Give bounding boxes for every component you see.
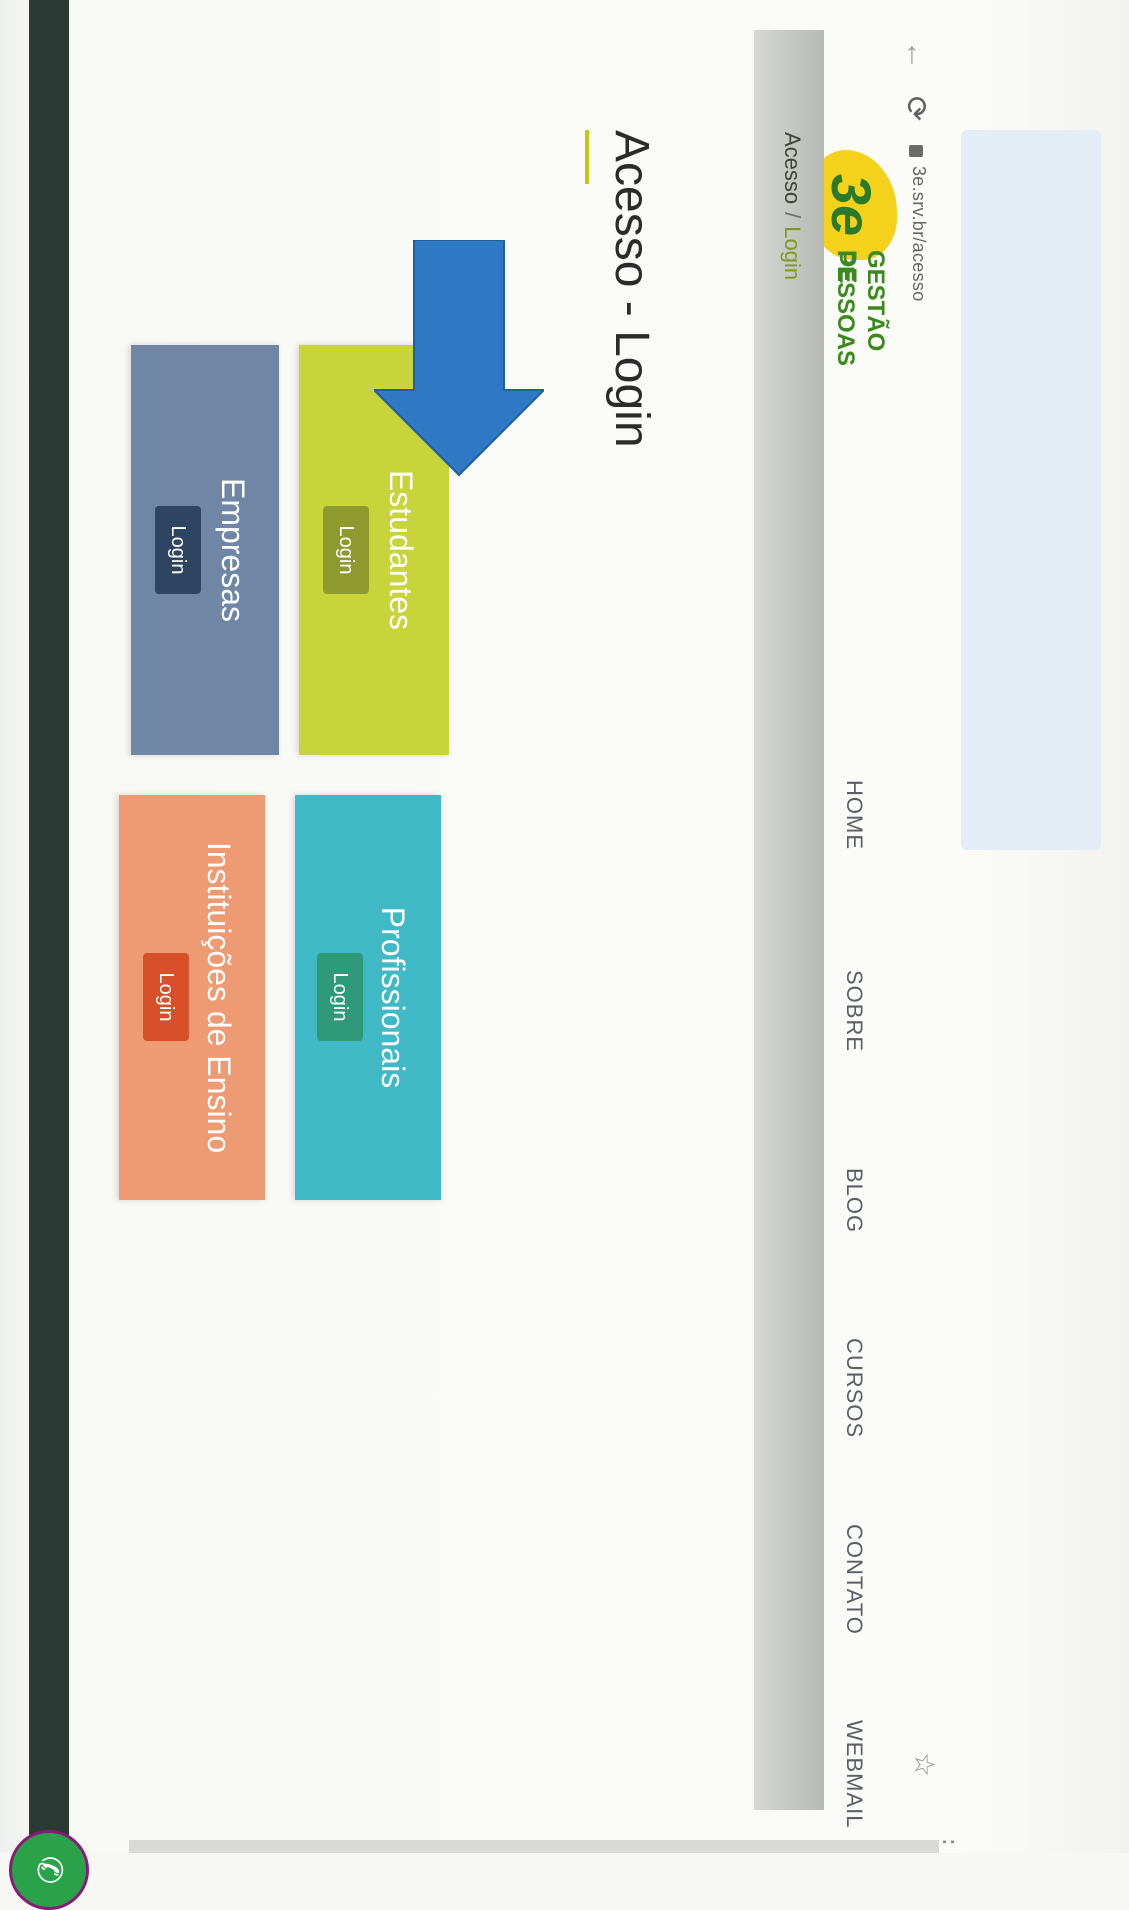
nav-item-webmail[interactable]: WEBMAIL (841, 1720, 867, 1828)
back-arrow-icon[interactable]: ← (899, 40, 933, 70)
login-button-profissionais[interactable]: Login (317, 953, 363, 1041)
reload-icon[interactable]: ⟳ (898, 96, 933, 121)
breadcrumb: Acesso / Login (779, 132, 805, 280)
nav-item-cursos[interactable]: CURSOS (841, 1338, 867, 1438)
address-bar-url[interactable]: 3e.srv.br/acesso (908, 166, 929, 302)
logo-text-line2: PESSOAS (832, 250, 859, 367)
card-instituicoes-de-ensino: Instituições de Ensino Login (119, 795, 265, 1200)
nav-item-blog[interactable]: BLOG (841, 1168, 867, 1233)
card-empresas: Empresas Login (131, 345, 279, 755)
lock-icon (909, 145, 923, 157)
footer-bar (29, 0, 69, 1853)
login-button-instituicoes-de-ensino[interactable]: Login (143, 953, 189, 1041)
nav-item-sobre[interactable]: SOBRE (841, 970, 867, 1052)
rotated-page: ← ⟳ 3e.srv.br/acesso ☆ ⋮ 3e GESTÃO DE PE… (0, 0, 1129, 1910)
login-button-estudantes[interactable]: Login (323, 506, 369, 594)
bookmark-star-icon[interactable]: ☆ (908, 1752, 941, 1777)
card-title-instituicoes-de-ensino: Instituições de Ensino (201, 841, 237, 1154)
nav-item-contato[interactable]: CONTATO (841, 1524, 867, 1635)
title-underline (585, 130, 589, 184)
breadcrumb-bar (754, 30, 824, 1810)
pointer-arrow-icon (374, 240, 544, 477)
breadcrumb-root[interactable]: Acesso (780, 132, 805, 204)
whatsapp-chat-icon[interactable]: ✆ (9, 1830, 89, 1910)
login-button-empresas[interactable]: Login (155, 506, 201, 594)
browser-address-highlight (961, 130, 1101, 850)
breadcrumb-separator: / (780, 212, 805, 219)
page-title: Acesso - Login (605, 130, 658, 448)
card-profissionais: Profissionais Login (295, 795, 441, 1200)
scrollbar[interactable] (129, 1840, 939, 1853)
card-title-profissionais: Profissionais (375, 906, 411, 1089)
card-title-empresas: Empresas (215, 477, 251, 623)
nav-item-home[interactable]: HOME (841, 780, 867, 850)
breadcrumb-current: Login (780, 226, 805, 281)
